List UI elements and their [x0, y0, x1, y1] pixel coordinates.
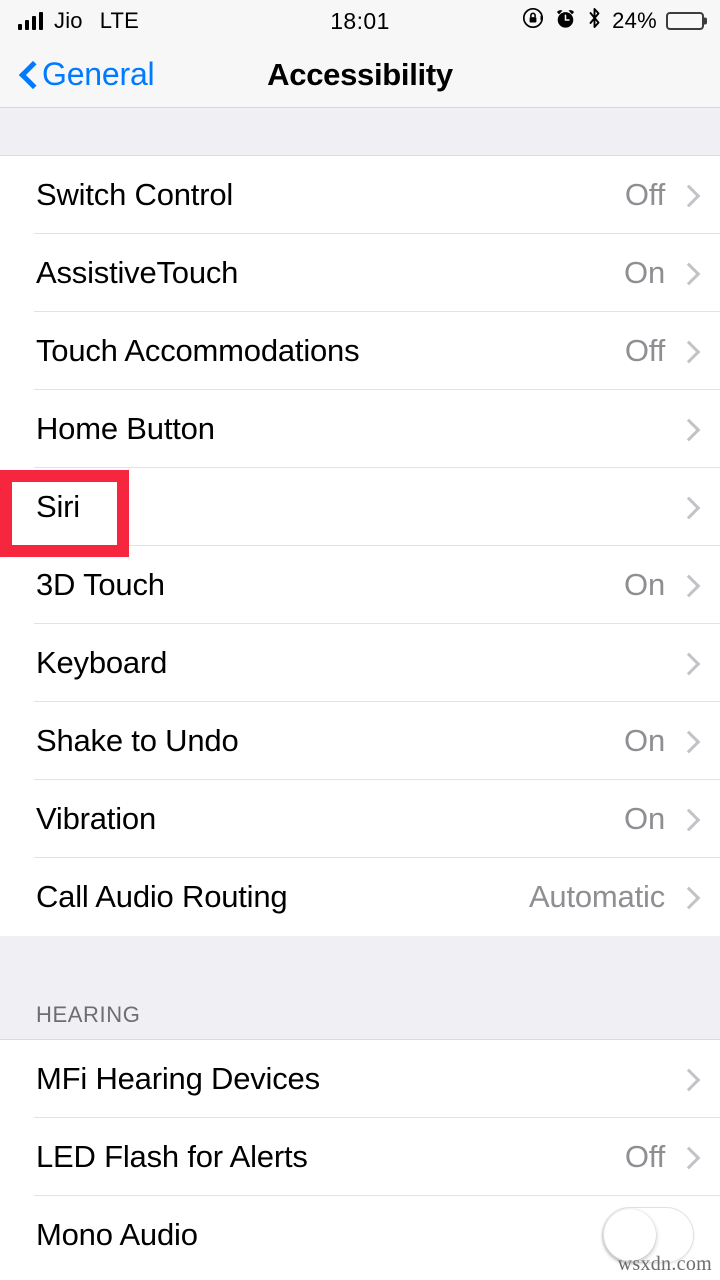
list-row-mono-audio[interactable]: Mono Audio — [0, 1196, 720, 1274]
row-accessory — [681, 1068, 694, 1090]
list-row-switch-control[interactable]: Switch Control Off — [0, 156, 720, 234]
list-row-keyboard[interactable]: Keyboard — [0, 624, 720, 702]
battery-percent-label: 24% — [612, 8, 657, 33]
bluetooth-icon — [586, 6, 603, 36]
list-row-home-button[interactable]: Home Button — [0, 390, 720, 468]
status-bar-right: 24% — [521, 6, 704, 36]
radio-tech-label: LTE — [99, 8, 140, 33]
rotation-lock-icon — [521, 6, 545, 36]
row-label: Call Audio Routing — [36, 879, 288, 914]
page-title: Accessibility — [267, 56, 453, 92]
row-label: Shake to Undo — [36, 723, 239, 758]
list-row-3d-touch[interactable]: 3D Touch On — [0, 546, 720, 624]
chevron-right-icon — [681, 574, 694, 596]
settings-list: Switch Control Off AssistiveTouch On Touch A… — [0, 108, 720, 1274]
list-row-siri[interactable]: Siri — [0, 468, 720, 546]
row-label: Touch Accommodations — [36, 333, 360, 368]
list-group-main: Switch Control Off AssistiveTouch On Touch A… — [0, 156, 720, 936]
chevron-right-icon — [681, 886, 694, 908]
chevron-right-icon — [681, 1068, 694, 1090]
chevron-right-icon — [681, 262, 694, 284]
row-label: Vibration — [36, 801, 156, 836]
row-value: Automatic — [528, 879, 665, 914]
watermark: wsxdn.com — [617, 1253, 712, 1275]
list-row-vibration[interactable]: Vibration On — [0, 780, 720, 858]
row-value: On — [624, 255, 665, 290]
row-value: Off — [624, 1139, 665, 1174]
row-label: LED Flash for Alerts — [36, 1139, 308, 1174]
chevron-right-icon — [681, 1146, 694, 1168]
row-accessory — [681, 496, 694, 518]
chevron-right-icon — [681, 808, 694, 830]
status-bar-left: Jio LTE — [18, 8, 139, 34]
row-value: Off — [624, 333, 665, 368]
row-accessory: On — [624, 801, 694, 837]
row-accessory: Off — [625, 1139, 694, 1175]
row-label: Home Button — [36, 411, 215, 446]
chevron-right-icon — [681, 418, 694, 440]
list-row-led-flash-for-alerts[interactable]: LED Flash for Alerts Off — [0, 1118, 720, 1196]
list-row-call-audio-routing[interactable]: Call Audio Routing Automatic — [0, 858, 720, 936]
list-row-touch-accommodations[interactable]: Touch Accommodations Off — [0, 312, 720, 390]
status-bar: Jio LTE 18:01 24% — [0, 0, 720, 42]
section-header-hearing: HEARING — [0, 936, 720, 1040]
list-row-assistivetouch[interactable]: AssistiveTouch On — [0, 234, 720, 312]
chevron-right-icon — [681, 496, 694, 518]
row-label: Mono Audio — [36, 1217, 198, 1252]
navigation-bar: General Accessibility — [0, 42, 720, 108]
row-accessory: On — [624, 567, 694, 603]
row-accessory: Automatic — [529, 879, 694, 915]
row-label: Switch Control — [36, 177, 234, 212]
section-header-label: HEARING — [36, 1002, 141, 1027]
row-label: AssistiveTouch — [36, 255, 239, 290]
list-top-spacer — [0, 108, 720, 156]
chevron-right-icon — [681, 652, 694, 674]
row-accessory: Off — [625, 333, 694, 369]
alarm-clock-icon — [554, 7, 577, 36]
row-label: Keyboard — [36, 645, 168, 680]
row-accessory: On — [624, 255, 694, 291]
chevron-right-icon — [681, 340, 694, 362]
row-value: On — [624, 723, 665, 758]
carrier-label: Jio — [54, 8, 83, 33]
back-button[interactable]: General — [20, 56, 155, 93]
row-value: On — [624, 801, 665, 836]
row-accessory — [681, 418, 694, 440]
iphone-screen: Jio LTE 18:01 24% General Accessibility … — [0, 0, 720, 1280]
row-label: 3D Touch — [36, 567, 165, 602]
list-row-shake-to-undo[interactable]: Shake to Undo On — [0, 702, 720, 780]
row-label: MFi Hearing Devices — [36, 1061, 320, 1096]
row-accessory — [681, 652, 694, 674]
battery-icon — [666, 12, 704, 30]
row-accessory: Off — [625, 177, 694, 213]
chevron-right-icon — [681, 184, 694, 206]
list-group-hearing: MFi Hearing Devices LED Flash for Alerts O… — [0, 1040, 720, 1274]
row-value: Off — [624, 177, 665, 212]
list-row-mfi-hearing-devices[interactable]: MFi Hearing Devices — [0, 1040, 720, 1118]
row-label: Siri — [36, 489, 80, 524]
chevron-left-icon — [20, 61, 36, 89]
back-button-label: General — [42, 56, 155, 92]
signal-bars-icon — [18, 12, 43, 30]
chevron-right-icon — [681, 730, 694, 752]
row-accessory: On — [624, 723, 694, 759]
row-value: On — [624, 567, 665, 602]
